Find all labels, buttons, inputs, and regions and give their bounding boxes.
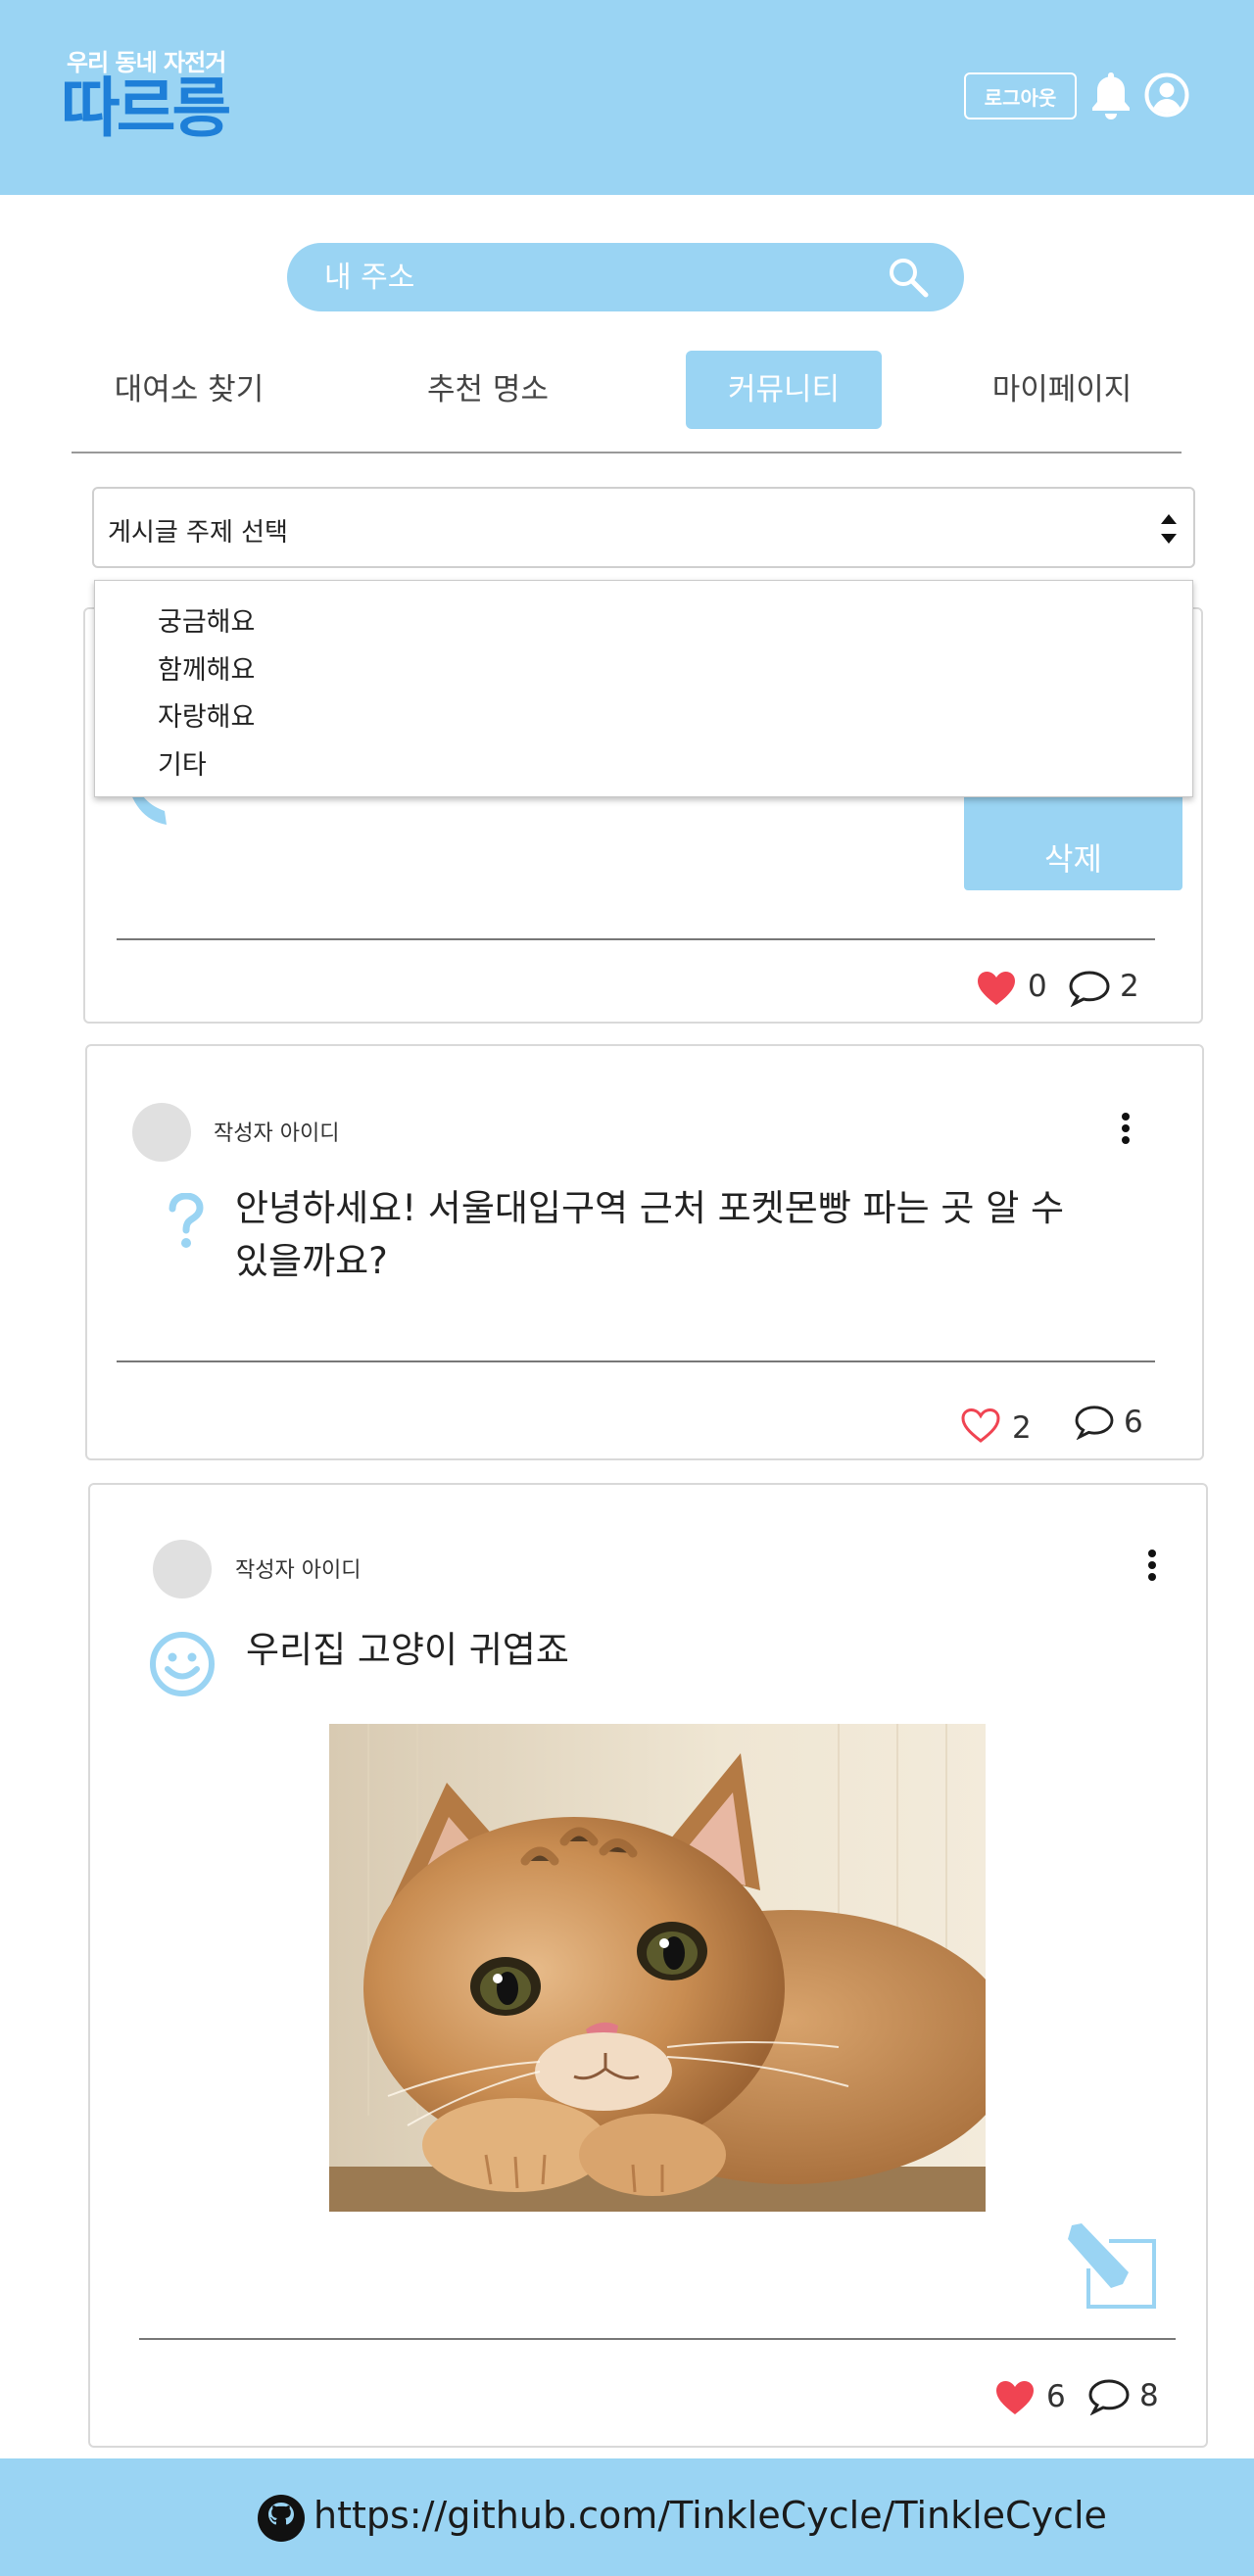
search-icon[interactable] bbox=[887, 256, 930, 299]
heart-filled-icon[interactable] bbox=[994, 2379, 1036, 2416]
post-text: 우리집 고양이 귀엽죠 bbox=[246, 1629, 569, 1671]
like-count: 2 bbox=[1012, 1410, 1032, 1446]
tabs-divider bbox=[72, 452, 1182, 453]
select-arrows-icon bbox=[1161, 514, 1177, 544]
search-input[interactable] bbox=[324, 257, 873, 298]
cat-photo bbox=[329, 1724, 986, 2212]
github-link[interactable]: https://github.com/TinkleCycle/TinkleCyc… bbox=[314, 2494, 1107, 2537]
smile-icon bbox=[150, 1632, 215, 1696]
comment-count: 6 bbox=[1124, 1405, 1143, 1440]
topic-select[interactable]: 게시글 주제 선택 bbox=[92, 487, 1195, 568]
bell-icon[interactable] bbox=[1089, 71, 1133, 121]
comment-icon[interactable] bbox=[1068, 970, 1111, 1007]
heart-filled-icon[interactable] bbox=[976, 970, 1017, 1007]
avatar[interactable] bbox=[153, 1540, 212, 1598]
comment-icon[interactable] bbox=[1074, 1405, 1115, 1440]
delete-button[interactable]: 삭제 bbox=[964, 788, 1182, 890]
tab-find-station[interactable]: 대여소 찾기 bbox=[72, 351, 307, 429]
edit-icon[interactable] bbox=[1066, 2221, 1158, 2310]
more-menu-icon[interactable] bbox=[1121, 1112, 1131, 1145]
user-icon[interactable] bbox=[1144, 72, 1189, 118]
topic-dropdown: 궁금해요 함께해요 자랑해요 기타 bbox=[94, 580, 1193, 797]
footer: https://github.com/TinkleCycle/TinkleCyc… bbox=[0, 2458, 1254, 2576]
post-text-line-2: 있을까요? bbox=[235, 1240, 388, 1282]
card-divider bbox=[139, 2338, 1176, 2340]
option-question[interactable]: 궁금해요 bbox=[158, 600, 255, 639]
github-icon[interactable] bbox=[257, 2494, 306, 2543]
header: 우리 동네 자전거 따르릉 로그아웃 bbox=[0, 0, 1254, 195]
avatar[interactable] bbox=[132, 1103, 191, 1162]
topic-select-label: 게시글 주제 선택 bbox=[108, 518, 288, 548]
comment-count: 8 bbox=[1139, 2378, 1159, 2413]
option-brag[interactable]: 자랑해요 bbox=[158, 695, 255, 734]
tab-community[interactable]: 커뮤니티 bbox=[686, 351, 882, 429]
option-together[interactable]: 함께해요 bbox=[158, 648, 255, 687]
heart-outline-icon[interactable] bbox=[960, 1407, 1001, 1444]
logo-title[interactable]: 따르릉 bbox=[61, 76, 231, 141]
comment-icon[interactable] bbox=[1087, 2378, 1131, 2415]
question-icon bbox=[169, 1193, 204, 1248]
like-count: 0 bbox=[1028, 969, 1047, 1004]
tab-mypage[interactable]: 마이페이지 bbox=[944, 351, 1180, 429]
option-etc[interactable]: 기타 bbox=[158, 743, 207, 782]
tab-recommended-spots[interactable]: 추천 명소 bbox=[370, 351, 605, 429]
author-id[interactable]: 작성자 아이디 bbox=[235, 1552, 361, 1584]
search-bar bbox=[287, 243, 964, 311]
comment-count: 2 bbox=[1120, 969, 1139, 1004]
more-menu-icon[interactable] bbox=[1147, 1549, 1157, 1582]
author-id[interactable]: 작성자 아이디 bbox=[214, 1116, 339, 1147]
logout-button[interactable]: 로그아웃 bbox=[964, 72, 1077, 119]
card-divider bbox=[117, 938, 1155, 940]
card-divider bbox=[117, 1360, 1155, 1362]
like-count: 6 bbox=[1046, 2379, 1066, 2414]
post-text-line-1: 안녕하세요! 서울대입구역 근처 포켓몬빵 파는 곳 알 수 bbox=[235, 1187, 1065, 1229]
